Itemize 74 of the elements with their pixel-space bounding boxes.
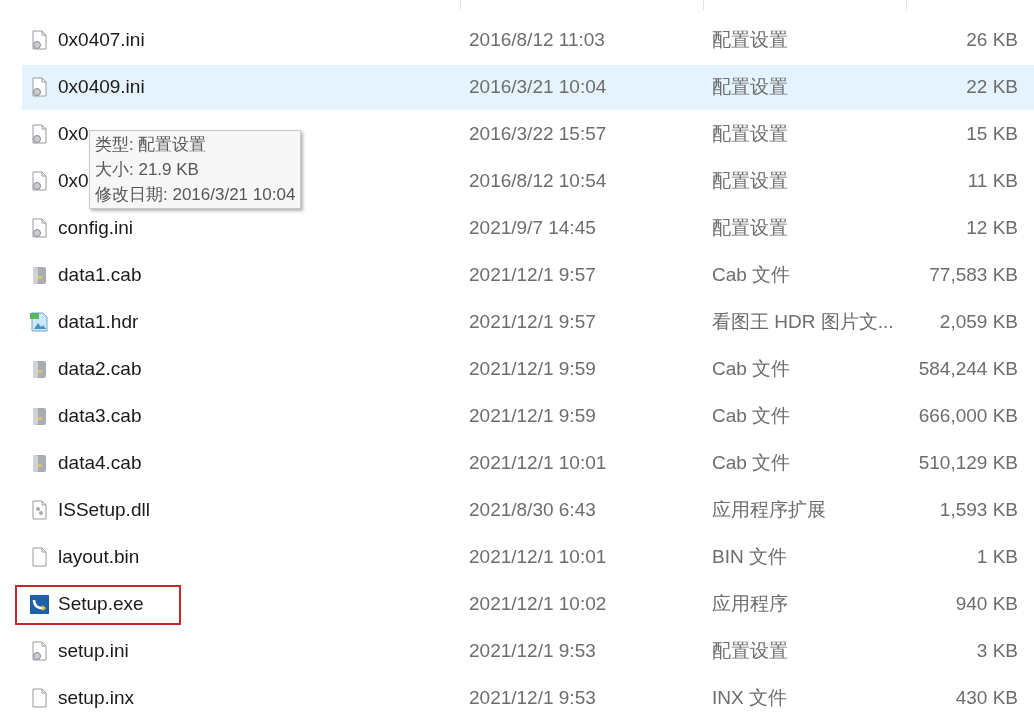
file-name: 0x0407.ini xyxy=(58,28,145,53)
file-size: 77,583 KB xyxy=(928,263,1018,288)
file-size: 666,000 KB xyxy=(917,404,1018,429)
file-type: Cab 文件 xyxy=(712,451,792,476)
file-size: 12 KB xyxy=(965,216,1018,241)
file-name: Setup.exe xyxy=(58,592,144,617)
file-icon xyxy=(29,688,50,709)
file-size: 584,244 KB xyxy=(917,357,1018,382)
file-type: 应用程序 xyxy=(712,592,789,617)
settings-file-icon xyxy=(29,218,50,239)
file-type: Cab 文件 xyxy=(712,357,792,382)
file-size: 940 KB xyxy=(954,592,1018,617)
file-size: 26 KB xyxy=(965,28,1018,53)
file-type: Cab 文件 xyxy=(712,263,792,288)
file-name: setup.inx xyxy=(58,686,135,711)
date-modified: 2016/8/12 10:54 xyxy=(469,169,608,194)
settings-file-icon xyxy=(29,77,50,98)
gear-file-icon xyxy=(29,500,50,521)
file-type: INX 文件 xyxy=(712,686,788,711)
settings-file-icon xyxy=(29,641,50,662)
file-type: BIN 文件 xyxy=(712,545,788,570)
date-modified: 2021/9/7 14:45 xyxy=(469,216,597,241)
file-name: data1.hdr xyxy=(58,310,139,335)
date-modified: 2021/12/1 10:02 xyxy=(469,592,608,617)
file-name: data2.cab xyxy=(58,357,142,382)
file-type: 配置设置 xyxy=(712,639,789,664)
tooltip-line: 大小: 21.9 KB xyxy=(95,159,200,181)
file-name: data4.cab xyxy=(58,451,142,476)
file-size: 11 KB xyxy=(966,169,1018,194)
date-modified: 2016/3/21 10:04 xyxy=(469,75,608,100)
date-modified: 2021/12/1 10:01 xyxy=(469,451,608,476)
file-size: 510,129 KB xyxy=(917,451,1018,476)
file-icon xyxy=(29,547,50,568)
file-type: 配置设置 xyxy=(712,216,789,241)
file-size: 1,593 KB xyxy=(938,498,1018,523)
settings-file-icon xyxy=(29,171,50,192)
file-size: 430 KB xyxy=(954,686,1018,711)
date-modified: 2021/12/1 9:53 xyxy=(469,686,597,711)
date-modified: 2016/8/12 11:03 xyxy=(469,28,606,53)
settings-file-icon xyxy=(29,30,50,51)
file-name: config.ini xyxy=(58,216,133,241)
file-name: layout.bin xyxy=(58,545,140,570)
file-type: 配置设置 xyxy=(712,169,789,194)
date-modified: 2021/12/1 9:57 xyxy=(469,310,597,335)
file-size: 1 KB xyxy=(975,545,1018,570)
settings-file-icon xyxy=(29,124,50,145)
date-modified: 2021/12/1 9:53 xyxy=(469,639,597,664)
file-type: 配置设置 xyxy=(712,122,789,147)
file-name: 0x0 xyxy=(58,169,89,194)
installer-icon xyxy=(29,594,50,615)
date-modified: 2016/3/22 15:57 xyxy=(469,122,608,147)
file-size: 15 KB xyxy=(965,122,1018,147)
file-size: 22 KB xyxy=(965,75,1018,100)
date-modified: 2021/12/1 10:01 xyxy=(469,545,608,570)
date-modified: 2021/12/1 9:59 xyxy=(469,357,597,382)
file-size: 2,059 KB xyxy=(938,310,1018,335)
tooltip-line: 类型: 配置设置 xyxy=(95,134,208,156)
file-size: 3 KB xyxy=(975,639,1018,664)
file-name: ISSetup.dll xyxy=(58,498,150,523)
file-type: 看图王 HDR 图片文... xyxy=(712,310,895,335)
date-modified: 2021/12/1 9:57 xyxy=(469,263,597,288)
date-modified: 2021/12/1 9:59 xyxy=(469,404,597,429)
tooltip-line: 修改日期: 2016/3/21 10:04 xyxy=(95,184,296,206)
file-name: setup.ini xyxy=(58,639,129,664)
file-name: 0x0 xyxy=(58,122,89,147)
image-file-icon xyxy=(29,312,50,333)
file-type: Cab 文件 xyxy=(712,404,792,429)
file-type: 配置设置 xyxy=(712,28,789,53)
file-name: 0x0409.ini xyxy=(58,75,145,100)
file-name: data1.cab xyxy=(58,263,142,288)
file-type: 应用程序扩展 xyxy=(712,498,827,523)
file-type: 配置设置 xyxy=(712,75,789,100)
date-modified: 2021/8/30 6:43 xyxy=(469,498,597,523)
file-name: data3.cab xyxy=(58,404,142,429)
